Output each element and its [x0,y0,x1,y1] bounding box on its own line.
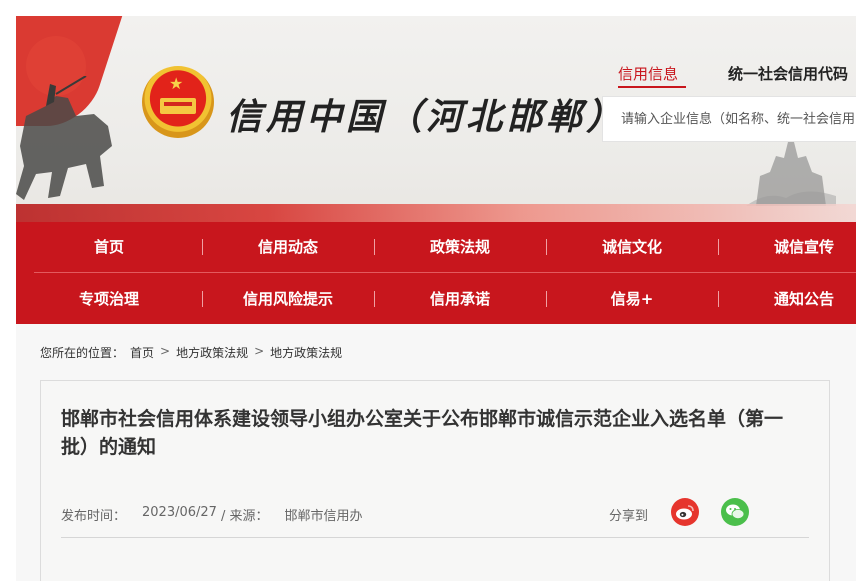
credit-info-link[interactable]: 信用信息 [618,63,678,84]
wechat-icon [726,504,745,519]
nav-item-risk-alert[interactable]: 信用风险提示 [202,274,374,324]
breadcrumb-home[interactable]: 首页 [130,344,154,361]
nav-divider [34,272,856,273]
breadcrumb: 您所在的位置： 首页 > 地方政策法规 > 地方政策法规 [40,344,342,361]
article-title: 邯郸市社会信用体系建设领导小组办公室关于公布邯郸市诚信示范企业入选名单（第一批）… [61,408,784,458]
weibo-icon [676,505,694,520]
header-banner: ★ 信用中国（河北邯郸） 信用信息 统一社会信用代码 [16,16,856,222]
article-card: 邯郸市社会信用体系建设领导小组办公室关于公布邯郸市诚信示范企业入选名单（第一批）… [40,380,830,581]
source-label: / 来源： [220,509,269,524]
banner-stripe [16,204,856,222]
search-input[interactable] [603,97,856,141]
source-value: 邯郸市信用办 [284,509,363,524]
pagoda-illustration [746,142,836,206]
wechat-share-button[interactable] [721,498,749,526]
publish-date: 2023/06/27 [142,505,217,520]
share-label: 分享到 [609,509,649,524]
nav-item-special-governance[interactable]: 专项治理 [16,274,202,324]
breadcrumb-local-policy-current[interactable]: 地方政策法规 [270,344,342,361]
nav-item-xinyi-plus[interactable]: 信易+ [546,274,718,324]
breadcrumb-separator: > [254,344,265,358]
nav-item-integrity-culture[interactable]: 诚信文化 [546,222,718,272]
main-nav: 首页 信用动态 政策法规 诚信文化 诚信宣传 专项治理 信用风险提示 信用承诺 … [16,222,856,324]
breadcrumb-separator: > [160,344,171,358]
search-box [602,96,856,142]
horse-rider-illustration [16,76,112,200]
nav-item-credit-news[interactable]: 信用动态 [202,222,374,272]
national-emblem-icon: ★ [142,66,214,138]
site-title: 信用中国（河北邯郸） [226,96,627,138]
breadcrumb-prefix: 您所在的位置： [40,346,125,360]
active-link-underline [618,86,686,88]
publish-label: 发布时间： [61,509,127,524]
nav-row-1: 首页 信用动态 政策法规 诚信文化 诚信宣传 [16,222,856,272]
page-frame: ★ 信用中国（河北邯郸） 信用信息 统一社会信用代码 首页 信用动态 政策法规 … [16,16,856,581]
nav-item-home[interactable]: 首页 [16,222,202,272]
weibo-share-button[interactable] [671,498,699,526]
nav-item-integrity-promo[interactable]: 诚信宣传 [718,222,856,272]
breadcrumb-local-policy[interactable]: 地方政策法规 [176,344,248,361]
article-meta: 发布时间： 2023/06/27 / 来源： 邯郸市信用办 [61,505,362,524]
article-divider [61,537,809,538]
nav-row-2: 专项治理 信用风险提示 信用承诺 信易+ 通知公告 [16,274,856,324]
unified-credit-code-link[interactable]: 统一社会信用代码 [728,63,848,84]
nav-item-credit-commitment[interactable]: 信用承诺 [374,274,546,324]
nav-item-notices[interactable]: 通知公告 [718,274,856,324]
nav-item-policy[interactable]: 政策法规 [374,222,546,272]
